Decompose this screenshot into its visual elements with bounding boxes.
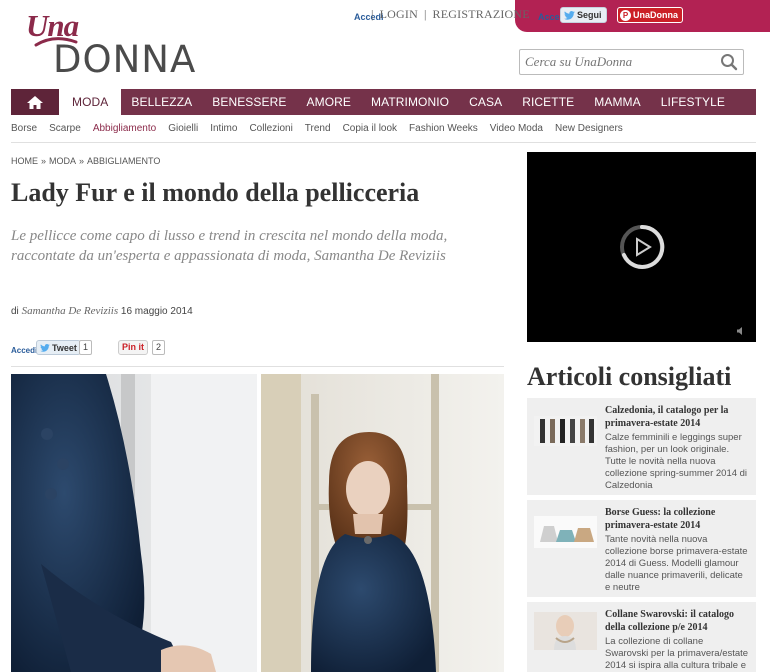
register-link[interactable]: REGISTRAZIONE bbox=[433, 7, 530, 21]
login-link[interactable]: LOGIN bbox=[380, 7, 418, 21]
article-subtitle: Le pellicce come capo di lusso e trend i… bbox=[11, 228, 448, 264]
subnav-item-copia-il-look[interactable]: Copia il look bbox=[343, 123, 397, 134]
subnav-item-video-moda[interactable]: Video Moda bbox=[490, 123, 543, 134]
subnav-item-collezioni[interactable]: Collezioni bbox=[249, 123, 292, 134]
subnav-item-trend[interactable]: Trend bbox=[305, 123, 331, 134]
article-title[interactable]: Borse Guess: la collezione primavera-est… bbox=[605, 506, 749, 532]
tweet-button[interactable]: Tweet bbox=[36, 340, 81, 355]
article-description: Tante novità nella nuova collezione bors… bbox=[605, 534, 748, 593]
article-thumbnail bbox=[534, 416, 597, 446]
article-thumbnail bbox=[534, 612, 597, 650]
nav-item-moda[interactable]: MODA bbox=[59, 89, 122, 115]
separator: | bbox=[423, 7, 427, 21]
divider bbox=[11, 142, 756, 143]
nav-item-mamma[interactable]: MAMMA bbox=[584, 89, 651, 115]
separator: | bbox=[371, 7, 374, 21]
subnav-item-gioielli[interactable]: Gioielli bbox=[168, 123, 198, 134]
breadcrumb-separator: » bbox=[41, 156, 47, 166]
nav-item-benessere[interactable]: BENESSERE bbox=[202, 89, 296, 115]
subnav-item-new-designers[interactable]: New Designers bbox=[555, 123, 623, 134]
volume-icon[interactable] bbox=[736, 326, 746, 336]
loading-spinner-icon bbox=[620, 224, 665, 269]
article-title[interactable]: Collane Swarovski: il catalogo della col… bbox=[605, 608, 749, 634]
nav-item-bellezza[interactable]: BELLEZZA bbox=[121, 89, 202, 115]
search-icon[interactable] bbox=[720, 53, 738, 71]
video-player[interactable] bbox=[527, 152, 756, 342]
pin-it-button[interactable]: Pin it bbox=[118, 340, 148, 355]
search-box bbox=[519, 49, 744, 75]
article-description: La collezione di collane Swarovski per l… bbox=[605, 636, 749, 671]
search-input[interactable] bbox=[525, 54, 715, 70]
breadcrumb-home[interactable]: HOME bbox=[11, 156, 38, 166]
subnav-item-borse[interactable]: Borse bbox=[11, 123, 37, 134]
subnav-item-intimo[interactable]: Intimo bbox=[210, 123, 237, 134]
main-nav: MODA BELLEZZA BENESSERE AMORE MATRIMONIO… bbox=[11, 89, 756, 115]
twitter-follow-label: Segui bbox=[577, 10, 602, 20]
article-thumbnail bbox=[534, 516, 597, 548]
pin-count: 2 bbox=[152, 340, 166, 355]
pinterest-follow-button[interactable]: P UnaDonna bbox=[617, 7, 683, 23]
nav-item-amore[interactable]: AMORE bbox=[297, 89, 362, 115]
breadcrumb: HOME » MODA » ABBIGLIAMENTO bbox=[11, 156, 160, 166]
breadcrumb-moda[interactable]: MODA bbox=[49, 156, 76, 166]
article-title[interactable]: Calzedonia, il catalogo per la primavera… bbox=[605, 404, 749, 430]
pinterest-account-label: UnaDonna bbox=[633, 10, 678, 20]
recommended-article[interactable]: Collane Swarovski: il catalogo della col… bbox=[527, 602, 756, 672]
twitter-follow-button[interactable]: Segui bbox=[560, 7, 607, 23]
byline: di Samantha De Reviziis 16 maggio 2014 bbox=[11, 305, 193, 317]
tweet-count: 1 bbox=[79, 340, 93, 355]
recommended-title: Articoli consigliati bbox=[527, 362, 732, 391]
top-bar: Accedi | LOGIN | REGISTRAZIONE Accedi Segui… bbox=[0, 0, 770, 32]
home-icon bbox=[27, 95, 43, 109]
subnav-item-scarpe[interactable]: Scarpe bbox=[49, 123, 81, 134]
divider bbox=[11, 366, 504, 367]
twitter-bird-icon bbox=[564, 10, 575, 20]
nav-item-casa[interactable]: CASA bbox=[459, 89, 512, 115]
pinterest-icon: P bbox=[620, 9, 631, 21]
subnav-item-fashion-weeks[interactable]: Fashion Weeks bbox=[409, 123, 478, 134]
breadcrumb-separator: » bbox=[79, 156, 85, 166]
author-link[interactable]: Samantha De Reviziis bbox=[22, 305, 119, 317]
subnav-item-abbigliamento[interactable]: Abbigliamento bbox=[93, 123, 156, 134]
article-title: Lady Fur e il mondo della pellicceria bbox=[11, 178, 420, 207]
accedi-link-share[interactable]: Accedi bbox=[11, 346, 37, 355]
sub-nav: Borse Scarpe Abbigliamento Gioielli Inti… bbox=[11, 123, 635, 134]
breadcrumb-abbigliamento[interactable]: ABBIGLIAMENTO bbox=[87, 156, 160, 166]
logo-donna-text: DONNA bbox=[53, 38, 197, 81]
account-links: | LOGIN | REGISTRAZIONE bbox=[368, 7, 533, 22]
recommended-article[interactable]: Borse Guess: la collezione primavera-est… bbox=[527, 500, 756, 597]
byline-prefix: di bbox=[11, 306, 19, 317]
twitter-bird-icon bbox=[40, 343, 50, 352]
nav-item-matrimonio[interactable]: MATRIMONIO bbox=[361, 89, 459, 115]
article-image bbox=[11, 374, 504, 672]
nav-item-ricette[interactable]: RICETTE bbox=[512, 89, 584, 115]
article-date: 16 maggio 2014 bbox=[120, 306, 193, 317]
tweet-label: Tweet bbox=[52, 342, 77, 353]
article-description: Calze femminili e leggings super fashion… bbox=[605, 432, 748, 491]
recommended-article[interactable]: Calzedonia, il catalogo per la primavera… bbox=[527, 398, 756, 495]
nav-home[interactable] bbox=[11, 89, 59, 115]
nav-item-lifestyle[interactable]: LIFESTYLE bbox=[651, 89, 735, 115]
